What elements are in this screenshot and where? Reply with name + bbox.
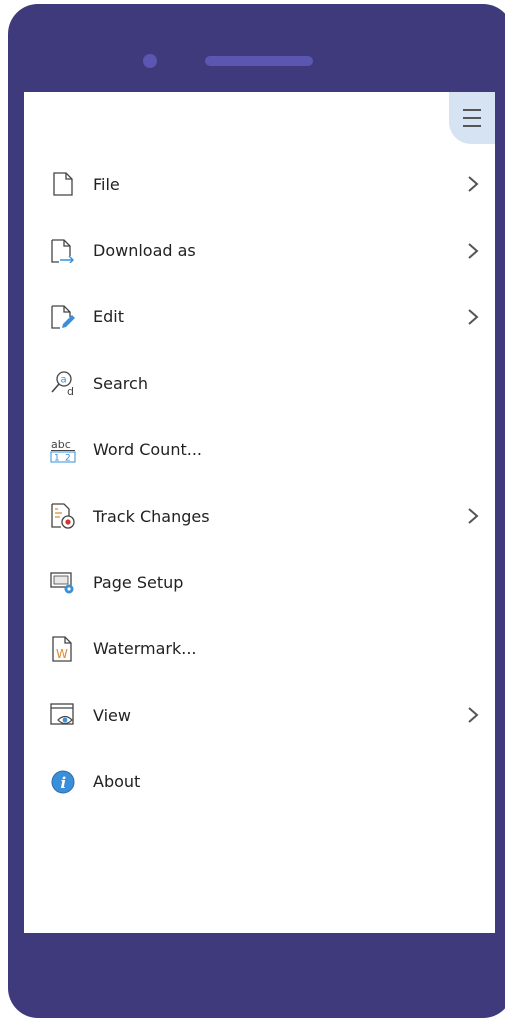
menu-item-label: Edit [93, 307, 124, 327]
chevron-right-icon [467, 507, 479, 525]
menu-item-label: Track Changes [93, 506, 210, 526]
hamburger-menu-button[interactable] [449, 92, 495, 144]
watermark-icon: W [50, 636, 76, 662]
menu-item-label: About [93, 772, 141, 792]
download-icon [50, 238, 76, 264]
view-icon [50, 702, 76, 728]
svg-text:d: d [67, 385, 74, 396]
menu-item-about[interactable]: i About [24, 749, 495, 815]
menu-item-download-as[interactable]: Download as [24, 217, 495, 283]
front-camera [143, 54, 157, 68]
svg-text:1: 1 [54, 453, 60, 463]
edit-icon [50, 304, 76, 330]
menu-item-page-setup[interactable]: Page Setup [24, 549, 495, 615]
app-screen: File Download as Edit a d Search abc 1 2… [24, 92, 495, 933]
menu-item-label: Download as [93, 241, 196, 261]
info-icon: i [50, 769, 76, 795]
menu-item-watermark[interactable]: W Watermark... [24, 616, 495, 682]
svg-text:abc: abc [51, 438, 71, 451]
word-count-icon: abc 1 2 [50, 437, 76, 463]
svg-text:i: i [61, 774, 67, 792]
menu-item-search[interactable]: ad Search [24, 350, 495, 416]
menu-item-view[interactable]: View [24, 682, 495, 748]
main-menu: File Download as Edit a d Search abc 1 2… [24, 151, 495, 815]
hamburger-icon [463, 109, 481, 127]
search-icon: ad [50, 370, 76, 396]
page-setup-icon [50, 570, 76, 596]
earpiece-speaker [205, 56, 313, 66]
menu-item-label: Watermark... [93, 639, 197, 659]
svg-text:W: W [56, 647, 68, 661]
phone-frame: File Download as Edit a d Search abc 1 2… [8, 4, 505, 1018]
menu-item-label: Page Setup [93, 573, 184, 593]
chevron-right-icon [467, 242, 479, 260]
svg-text:2: 2 [65, 453, 71, 463]
menu-item-edit[interactable]: Edit [24, 284, 495, 350]
chevron-right-icon [467, 175, 479, 193]
track-changes-icon [50, 503, 76, 529]
menu-item-file[interactable]: File [24, 151, 495, 217]
menu-item-track-changes[interactable]: Track Changes [24, 483, 495, 549]
menu-item-label: File [93, 174, 120, 194]
chevron-right-icon [467, 706, 479, 724]
menu-item-label: Word Count... [93, 440, 202, 460]
menu-item-label: View [93, 705, 131, 725]
svg-text:a: a [61, 375, 67, 386]
menu-item-word-count[interactable]: abc 1 2 Word Count... [24, 417, 495, 483]
file-icon [50, 171, 76, 197]
chevron-right-icon [467, 308, 479, 326]
menu-item-label: Search [93, 373, 148, 393]
